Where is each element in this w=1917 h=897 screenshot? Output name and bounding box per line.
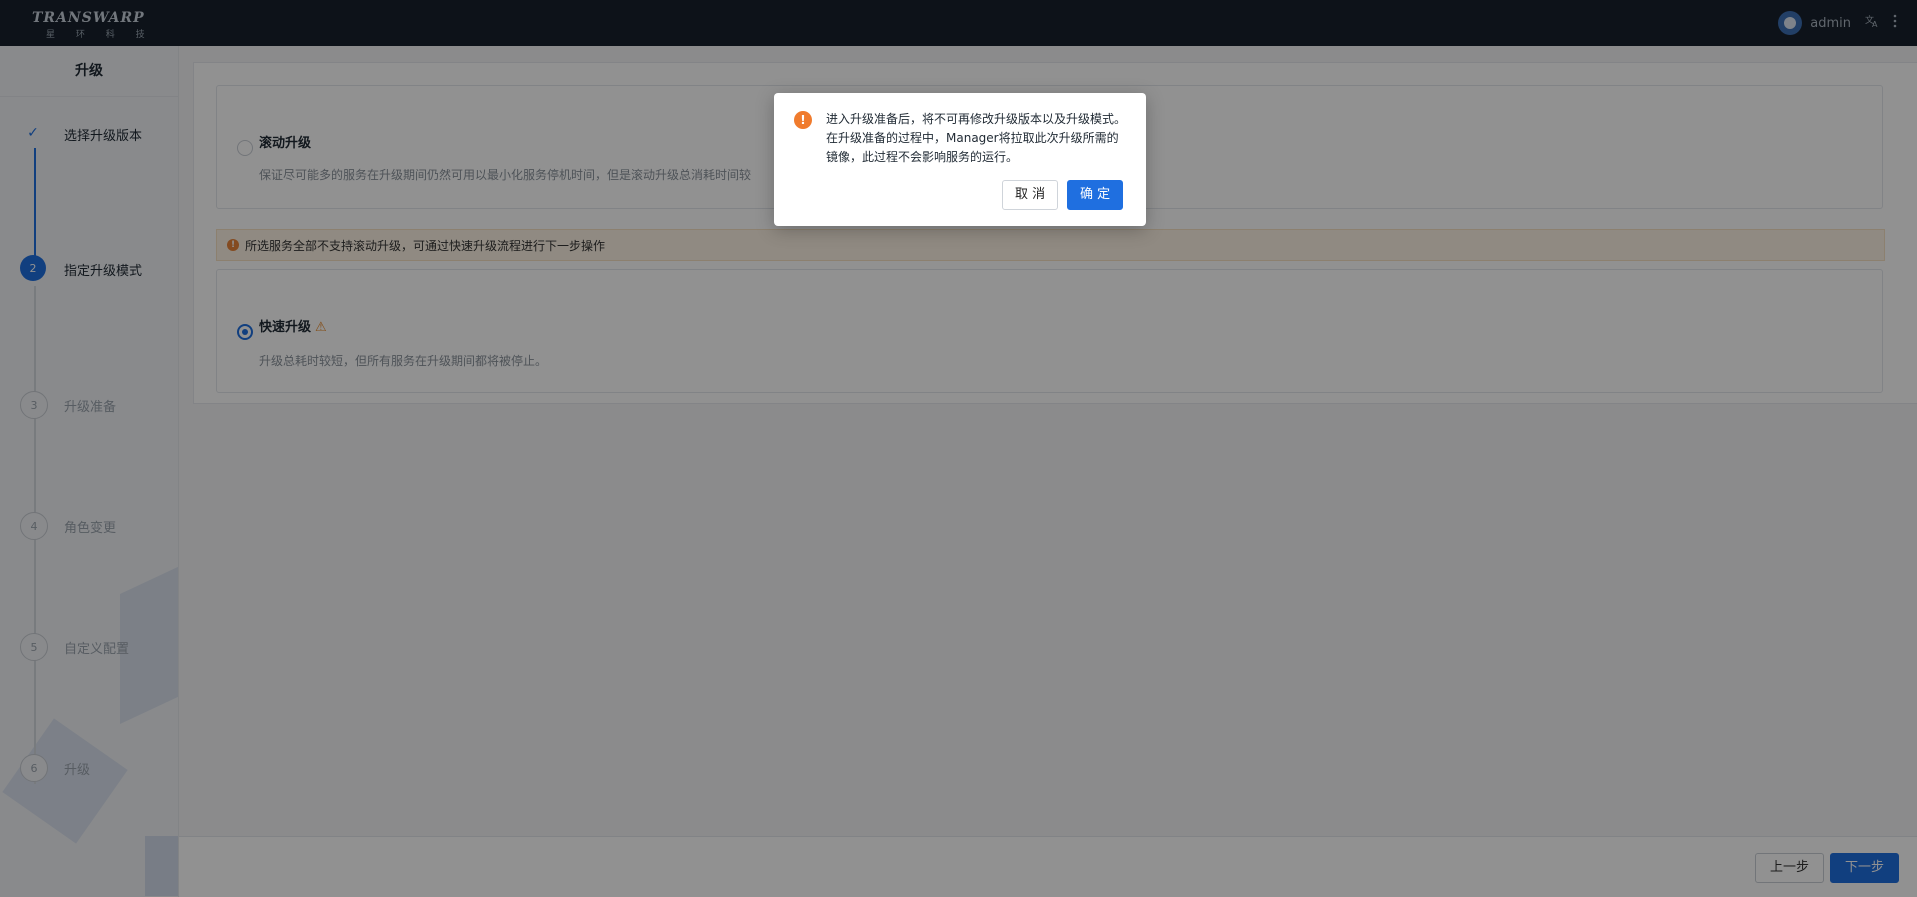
confirm-button[interactable]: 确 定 [1067,180,1124,210]
dialog-message: 进入升级准备后，将不可再修改升级版本以及升级模式。在升级准备的过程中，Manag… [826,112,1127,164]
confirm-dialog: ! 进入升级准备后，将不可再修改升级版本以及升级模式。在升级准备的过程中，Man… [774,93,1146,226]
cancel-button[interactable]: 取 消 [1002,180,1059,210]
exclamation-icon: ! [794,111,812,129]
